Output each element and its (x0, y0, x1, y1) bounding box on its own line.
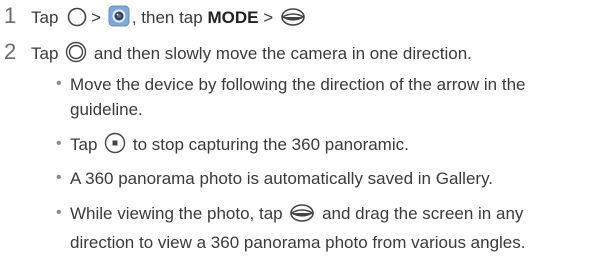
mode-label: MODE (207, 8, 259, 27)
list-item-text-part: to stop capturing the 360 panoramic. (132, 135, 409, 154)
step-text-part: Tap (31, 8, 59, 27)
panorama-360-icon (289, 203, 315, 230)
bullet-dot: • (56, 75, 62, 92)
step-text-part: > (263, 8, 274, 27)
list-item-text-part: While viewing the photo, tap (70, 204, 283, 223)
list-item: • A 360 panorama photo is automatically … (56, 166, 586, 191)
step-text: Tap > , then tap MODE > (31, 5, 308, 34)
bullet-dot: • (56, 169, 62, 186)
step-number: 1 (4, 3, 17, 28)
shutter-button-icon (65, 41, 87, 70)
bullet-dot: • (56, 204, 62, 221)
step-text-part: > (91, 8, 102, 27)
step-text-part: , then tap (131, 8, 203, 27)
list-item: • While viewing the photo, tap and drag … (56, 201, 586, 255)
step-number: 2 (4, 39, 17, 64)
step-text-part: Tap (31, 44, 59, 63)
list-item-text: Move the device by following the directi… (70, 75, 526, 119)
list-item-text: Tap to stop capturing the 360 panoramic. (70, 132, 586, 161)
panorama-360-icon (280, 7, 306, 34)
bullet-dot: • (56, 135, 62, 152)
step-text-part: and then slowly move the camera in one d… (93, 44, 472, 63)
stop-button-icon (104, 132, 126, 161)
list-item: • Move the device by following the direc… (56, 72, 586, 122)
instructions-page: 1 Tap > , then tap MODE > 2 Tap and then… (0, 0, 592, 259)
list-item-text: A 360 panorama photo is automatically sa… (70, 169, 494, 188)
camera-app-icon (108, 5, 130, 34)
step-text: Tap and then slowly move the camera in o… (31, 41, 472, 70)
list-item-text: While viewing the photo, tap and drag th… (70, 201, 586, 255)
list-item: • Tap to stop capturing the 360 panorami… (56, 132, 586, 161)
list-item-text-part: Tap (70, 135, 98, 154)
circle-outline-icon (65, 7, 89, 34)
